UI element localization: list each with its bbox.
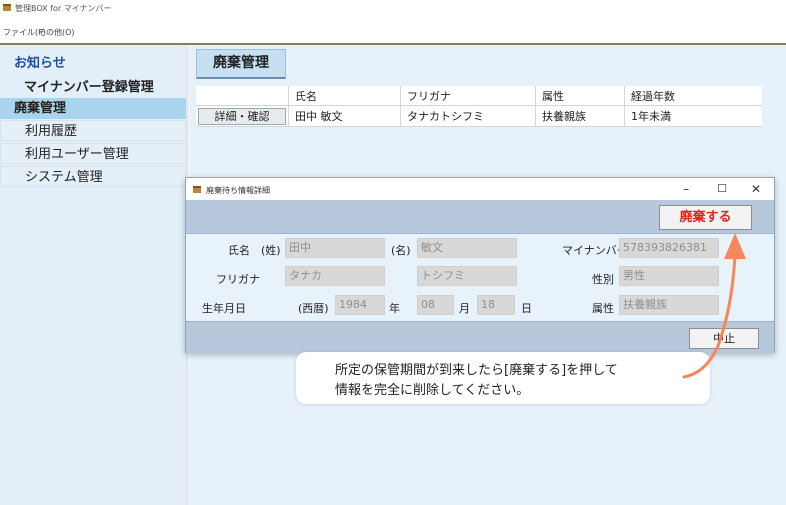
- disposal-table: 氏名 フリガナ 属性 経過年数 詳細・確認 田中 敏文 タナカトシフミ 扶養親族…: [196, 86, 762, 127]
- label-birthdate: 生年月日: [202, 302, 246, 315]
- sidebar-item-disposal[interactable]: 廃棄管理: [0, 98, 186, 119]
- table-cell-attribute: 扶養親族: [535, 105, 625, 127]
- field-birth-year[interactable]: 1984: [335, 295, 385, 315]
- column-header-attribute: 属性: [535, 86, 625, 106]
- label-era: (西暦): [298, 302, 329, 315]
- field-birth-day[interactable]: 18: [477, 295, 515, 315]
- close-icon[interactable]: ✕: [744, 181, 768, 197]
- table-cell-years: 1年未満: [624, 105, 762, 127]
- detail-confirm-button[interactable]: 詳細・確認: [198, 107, 286, 125]
- box-app-icon: [3, 4, 11, 11]
- maximize-icon[interactable]: ☐: [710, 181, 734, 197]
- label-mei: (名): [391, 244, 411, 257]
- callout-line-1: 所定の保管期間が到来したら[廃棄する]を押して: [335, 363, 618, 378]
- sidebar-item-mynumber-registration[interactable]: マイナンバー登録管理: [0, 77, 186, 98]
- table-cell-action: 詳細・確認: [196, 105, 289, 127]
- dialog-title-bar[interactable]: 廃棄待ち情報詳細 – ☐ ✕: [186, 178, 774, 200]
- sidebar-item-user-management[interactable]: 利用ユーザー管理: [0, 143, 186, 164]
- discard-button[interactable]: 廃棄する: [659, 205, 752, 230]
- label-gender: 性別: [592, 273, 614, 286]
- field-attribute[interactable]: 扶養親族: [619, 295, 719, 315]
- label-attribute: 属性: [592, 302, 614, 315]
- table-cell-name: 田中 敏文: [288, 105, 401, 127]
- field-last-name-kana[interactable]: タナカ: [285, 266, 385, 286]
- dialog-toolbar: 廃棄する: [186, 200, 774, 234]
- cancel-button[interactable]: 中止: [689, 328, 759, 349]
- tab-disposal[interactable]: 廃棄管理: [196, 49, 286, 79]
- table-header-row: 氏名 フリガナ 属性 経過年数: [196, 86, 762, 106]
- field-birth-month[interactable]: 08: [417, 295, 454, 315]
- column-header-years: 経過年数: [624, 86, 762, 106]
- sidebar-item-notice[interactable]: お知らせ: [14, 52, 66, 71]
- disposal-detail-dialog: 廃棄待ち情報詳細 – ☐ ✕ 廃棄する 氏名 (姓) 田中 (名) 敏文 マイナ…: [185, 177, 775, 353]
- column-header-name: 氏名: [288, 86, 401, 106]
- field-gender[interactable]: 男性: [619, 266, 719, 286]
- table-row[interactable]: 詳細・確認 田中 敏文 タナカトシフミ 扶養親族 1年未満: [196, 105, 762, 127]
- field-first-name-kana[interactable]: トシフミ: [417, 266, 517, 286]
- app-title-bar: 管理BOX for マイナンバー: [0, 0, 786, 16]
- label-day: 日: [521, 302, 532, 315]
- sidebar-item-usage-history[interactable]: 利用履歴: [0, 120, 186, 141]
- menubar: ファイル(F) その他(O): [0, 16, 786, 43]
- app-title: 管理BOX for マイナンバー: [15, 4, 112, 13]
- label-name: 氏名: [228, 244, 250, 257]
- dialog-title: 廃棄待ち情報詳細: [206, 186, 270, 195]
- instruction-callout: 所定の保管期間が到来したら[廃棄する]を押して 情報を完全に削除してください。: [296, 352, 710, 404]
- menu-other[interactable]: その他(O): [38, 27, 75, 38]
- column-header-action: [196, 86, 289, 106]
- label-kana: フリガナ: [216, 273, 260, 286]
- label-mynumber: マイナンバー: [562, 244, 628, 257]
- field-mynumber[interactable]: 578393826381: [619, 238, 719, 258]
- field-last-name[interactable]: 田中: [285, 238, 385, 258]
- label-sei: (姓): [261, 244, 281, 257]
- dialog-footer: 中止: [186, 321, 774, 353]
- label-month: 月: [459, 302, 470, 315]
- sidebar-item-system[interactable]: システム管理: [0, 166, 186, 187]
- callout-line-2: 情報を完全に削除してください。: [335, 383, 530, 398]
- column-header-kana: フリガナ: [400, 86, 536, 106]
- label-year: 年: [389, 302, 400, 315]
- table-cell-kana: タナカトシフミ: [400, 105, 536, 127]
- box-app-icon: [193, 186, 201, 193]
- field-first-name[interactable]: 敏文: [417, 238, 517, 258]
- sidebar: お知らせ マイナンバー登録管理 廃棄管理 利用履歴 利用ユーザー管理 システム管…: [0, 45, 187, 505]
- minimize-icon[interactable]: –: [674, 181, 698, 197]
- dialog-form: 氏名 (姓) 田中 (名) 敏文 マイナンバー 578393826381 フリガ…: [186, 234, 774, 321]
